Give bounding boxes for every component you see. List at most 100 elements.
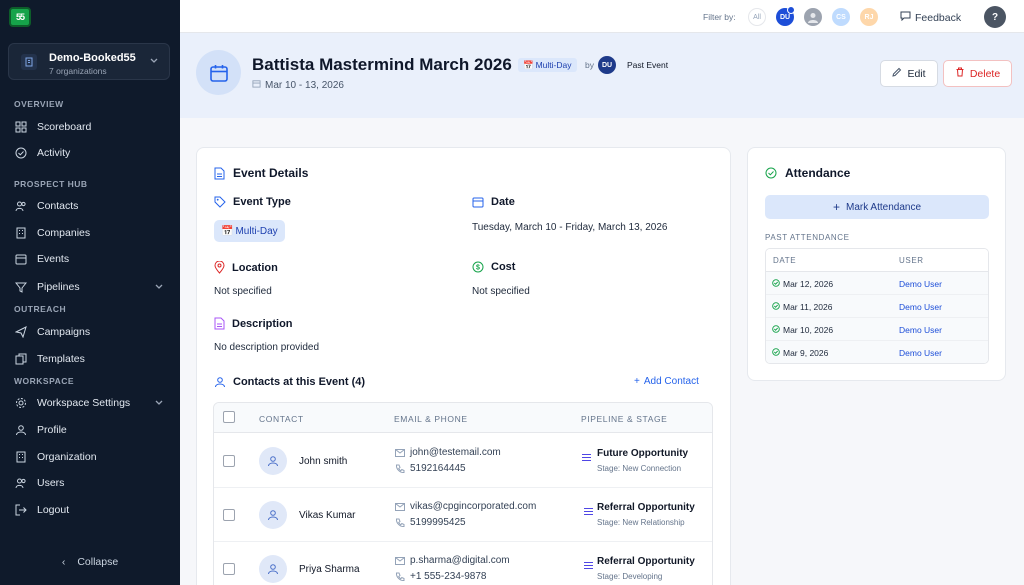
trash-icon — [955, 67, 965, 80]
sidebar-item-events[interactable]: Events — [14, 249, 170, 269]
dollar-circle-icon: $ — [472, 261, 484, 273]
mail-icon — [395, 502, 405, 514]
calendar-icon — [252, 80, 261, 91]
filter-user-rj[interactable]: RJ — [860, 8, 878, 26]
contact-phone[interactable]: +1 555-234-9878 — [410, 571, 486, 582]
contact-name[interactable]: John smith — [299, 456, 347, 467]
contacts-section-title: Contacts at this Event (4) — [214, 376, 365, 388]
sidebar-item-label: Logout — [37, 504, 70, 516]
sidebar-item-activity[interactable]: Activity — [14, 143, 170, 163]
collapse-button[interactable]: ‹ Collapse — [0, 556, 180, 568]
org-switcher[interactable]: Demo-Booked55 7 organizations — [8, 43, 170, 80]
chevron-down-icon — [154, 281, 164, 294]
pencil-icon — [892, 67, 902, 80]
pipeline-stage: Stage: New Connection — [597, 464, 682, 473]
contact-name[interactable]: Priya Sharma — [299, 564, 360, 575]
list-icon — [582, 453, 591, 465]
attendance-date: Mar 11, 2026 — [783, 302, 833, 312]
building-icon — [14, 226, 28, 240]
app-logo[interactable]: 55 — [9, 7, 31, 27]
attendance-user[interactable]: Demo User — [899, 348, 942, 358]
user-photo-icon — [808, 13, 818, 23]
row-checkbox[interactable] — [223, 563, 235, 575]
avatar — [259, 447, 287, 475]
sidebar-item-contacts[interactable]: Contacts — [14, 196, 170, 216]
phone-icon — [395, 518, 405, 531]
sidebar-item-pipelines[interactable]: Pipelines — [14, 277, 170, 297]
sidebar-item-templates[interactable]: Templates — [14, 349, 170, 369]
chat-icon — [900, 11, 911, 24]
select-all-checkbox[interactable] — [223, 411, 235, 423]
building-icon — [21, 54, 37, 70]
help-button[interactable]: ? — [984, 6, 1006, 28]
contact-name[interactable]: Vikas Kumar — [299, 510, 356, 521]
add-contact-button[interactable]: + Add Contact — [634, 376, 699, 387]
table-row[interactable]: John smith john@testemail.com 5192164445… — [214, 434, 712, 488]
user-icon — [268, 456, 278, 467]
check-circle-icon — [14, 146, 28, 160]
contacts-title-text: Contacts at this Event (4) — [233, 376, 366, 388]
table-row[interactable]: Vikas Kumar vikas@cpgincorporated.com 51… — [214, 488, 712, 542]
sidebar-item-organization[interactable]: Organization — [14, 447, 170, 467]
sidebar-item-companies[interactable]: Companies — [14, 223, 170, 243]
sidebar-item-users[interactable]: Users — [14, 473, 170, 493]
mark-attendance-label: Mark Attendance — [845, 201, 922, 213]
row-checkbox[interactable] — [223, 509, 235, 521]
sidebar-item-workspace-settings[interactable]: Workspace Settings — [14, 393, 170, 413]
document-icon — [214, 167, 225, 180]
feedback-button[interactable]: Feedback — [900, 11, 961, 24]
section-outreach: OUTREACH — [14, 304, 67, 314]
attendance-user[interactable]: Demo User — [899, 279, 942, 289]
event-type-label-text: Event Type — [233, 196, 291, 208]
sidebar-item-label: Scoreboard — [37, 121, 92, 133]
mark-attendance-button[interactable]: + Mark Attendance — [765, 195, 989, 219]
plus-icon: + — [634, 376, 640, 387]
event-type-tag-label: Multi-Day — [235, 225, 278, 237]
edit-button[interactable]: Edit — [880, 60, 938, 87]
org-count: 7 organizations — [49, 66, 107, 76]
contact-email[interactable]: vikas@cpgincorporated.com — [410, 501, 536, 512]
check-circle-icon — [772, 279, 780, 289]
filter-label: Filter by: — [703, 12, 736, 22]
logout-icon — [14, 503, 28, 517]
row-checkbox[interactable] — [223, 455, 235, 467]
sidebar-item-label: Pipelines — [37, 281, 80, 293]
contact-email[interactable]: p.sharma@digital.com — [410, 555, 510, 566]
calendar-icon — [14, 252, 28, 266]
section-workspace: WORKSPACE — [14, 376, 75, 386]
column-pipeline-stage: PIPELINE & STAGE — [581, 414, 668, 424]
sidebar-item-label: Workspace Settings — [37, 397, 131, 409]
pipeline-stage: Stage: Developing — [597, 572, 663, 581]
attendance-date: Mar 12, 2026 — [783, 279, 834, 289]
pipeline-name: Referral Opportunity — [597, 502, 695, 513]
phone-icon — [395, 572, 405, 585]
contact-phone[interactable]: 5199995425 — [410, 517, 466, 528]
sidebar-item-scoreboard[interactable]: Scoreboard — [14, 117, 170, 137]
table-row[interactable]: Priya Sharma p.sharma@digital.com +1 555… — [214, 542, 712, 585]
phone-icon — [395, 464, 405, 477]
sidebar-item-profile[interactable]: Profile — [14, 420, 170, 440]
delete-label: Delete — [969, 67, 1001, 80]
attendance-user[interactable]: Demo User — [899, 302, 942, 312]
contact-email[interactable]: john@testemail.com — [410, 447, 501, 458]
delete-button[interactable]: Delete — [943, 60, 1012, 87]
page-title: Battista Mastermind March 2026 — [252, 55, 512, 74]
filter-all[interactable]: All — [748, 8, 766, 26]
attendance-user[interactable]: Demo User — [899, 325, 942, 335]
contact-phone[interactable]: 5192164445 — [410, 463, 466, 474]
filter-user-cs[interactable]: CS — [832, 8, 850, 26]
attendance-row: Mar 12, 2026 Demo User — [766, 272, 988, 295]
sidebar-item-campaigns[interactable]: Campaigns — [14, 322, 170, 342]
sidebar-item-logout[interactable]: Logout — [14, 500, 170, 520]
edit-label: Edit — [907, 67, 926, 80]
building-icon — [14, 450, 28, 464]
pipeline-name: Referral Opportunity — [597, 556, 695, 567]
event-type-label: Event Type — [214, 196, 291, 208]
event-type-badge: 📅 Multi-Day — [518, 58, 577, 72]
filter-user-avatar[interactable] — [804, 8, 822, 26]
user-icon — [14, 423, 28, 437]
event-details-title-text: Event Details — [233, 166, 309, 180]
calendar-icon — [196, 50, 241, 95]
date-label-text: Date — [491, 196, 515, 208]
add-contact-label: Add Contact — [643, 376, 699, 387]
